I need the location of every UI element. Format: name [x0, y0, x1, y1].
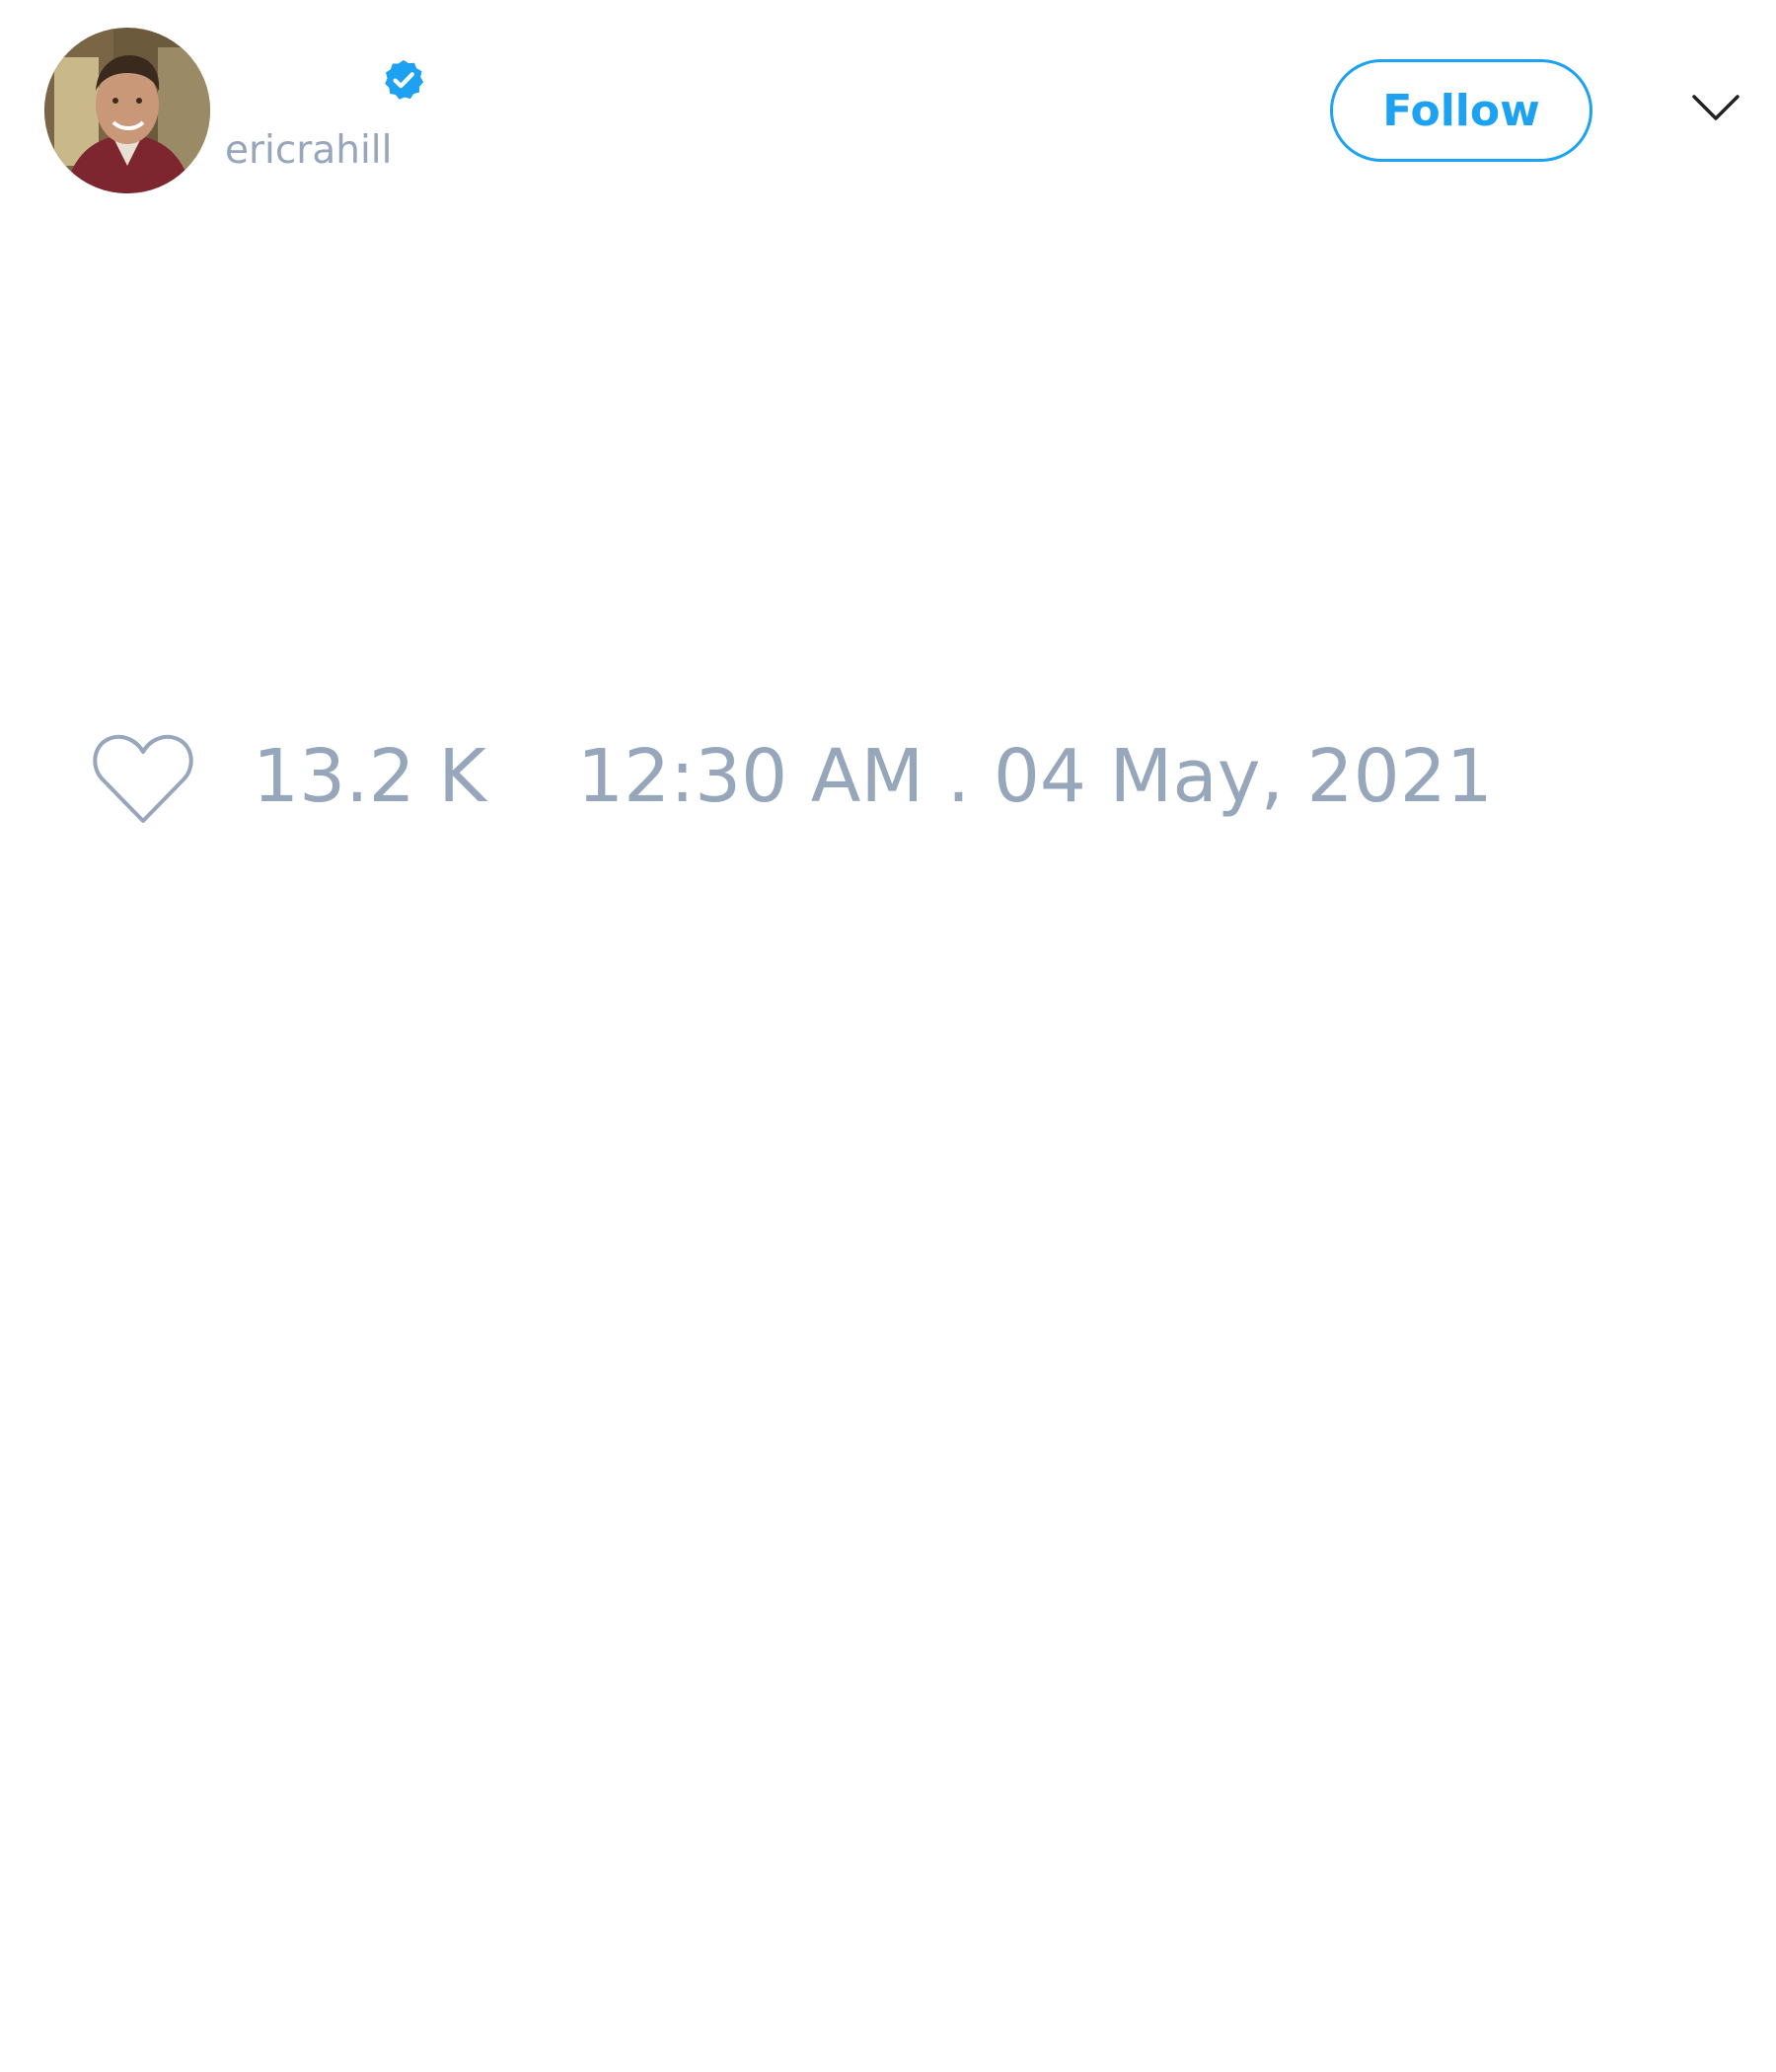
- user-handle[interactable]: ericrahill: [225, 126, 392, 176]
- follow-button[interactable]: Follow: [1330, 59, 1592, 162]
- chevron-down-icon[interactable]: [1691, 89, 1740, 128]
- heart-outline-icon[interactable]: [89, 730, 197, 829]
- profile-photo: [44, 28, 210, 193]
- verified-badge-icon: [385, 59, 424, 100]
- tweet-timestamp[interactable]: 12:30 AM . 04 May, 2021: [577, 732, 1493, 821]
- like-count: 13.2 K: [253, 734, 486, 819]
- avatar[interactable]: [44, 28, 210, 193]
